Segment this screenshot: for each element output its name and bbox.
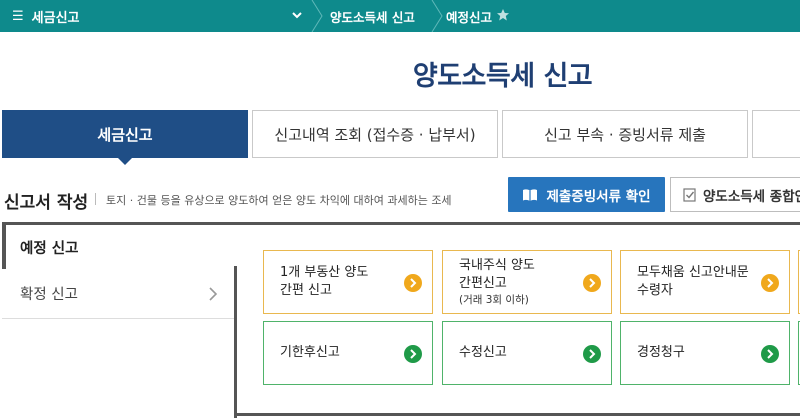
star-icon[interactable] xyxy=(496,8,510,22)
section-description: 토지 · 건물 등을 유상으로 양도하여 얻은 양도 차익에 대하여 과세하는 … xyxy=(106,194,452,207)
chevron-right-icon xyxy=(209,287,218,301)
content-frame-top xyxy=(238,222,800,225)
card-label: 기한후신고 xyxy=(280,345,340,360)
side-menu-final-filing[interactable]: 확정 신고 xyxy=(2,269,234,319)
card-label: 모두채움 신고안내문 수령자 xyxy=(637,265,749,298)
breadcrumb-separator-icon xyxy=(431,0,443,32)
card-label: 수정신고 xyxy=(459,345,507,360)
arrow-right-circle-icon xyxy=(404,274,422,292)
book-icon xyxy=(523,188,538,201)
card-label: 국내주식 양도 간편신고 xyxy=(459,258,535,291)
capital-gains-guide-button[interactable]: 양도소득세 종합안 xyxy=(670,177,800,212)
check-documents-label: 제출증빙서류 확인 xyxy=(546,188,651,205)
content-frame-bottom xyxy=(234,413,800,416)
chevron-down-icon[interactable] xyxy=(290,8,304,22)
card-sublabel: (거래 3회 이하) xyxy=(459,294,529,306)
breadcrumb-separator-icon xyxy=(311,0,323,32)
card-prefilled-notice-recipient[interactable]: 모두채움 신고안내문 수령자 xyxy=(620,250,790,314)
card-domestic-stock-simple-filing[interactable]: 국내주식 양도 간편신고 (거래 3회 이하) xyxy=(442,250,612,314)
breadcrumb-item-preliminary[interactable]: 예정신고 xyxy=(446,0,492,32)
tab-more[interactable] xyxy=(752,110,800,158)
checkbox-document-icon xyxy=(683,187,696,202)
arrow-right-circle-icon xyxy=(583,345,601,363)
card-single-property-simple-filing[interactable]: 1개 부동산 양도 간편 신고 xyxy=(263,250,433,314)
arrow-right-circle-icon xyxy=(404,345,422,363)
capital-gains-guide-label: 양도소득세 종합안 xyxy=(703,188,800,205)
arrow-right-circle-icon xyxy=(761,274,779,292)
arrow-right-circle-icon xyxy=(583,274,601,292)
section-divider xyxy=(95,193,96,205)
content-frame-left xyxy=(234,266,237,418)
arrow-right-circle-icon xyxy=(761,345,779,363)
section-title: 신고서 작성 xyxy=(4,193,89,213)
card-label-group: 국내주식 양도 간편신고 (거래 3회 이하) xyxy=(459,257,535,307)
card-label: 경정청구 xyxy=(637,345,685,360)
page-title: 양도소득세 신고 xyxy=(412,61,593,92)
menu-dropdown[interactable]: ☰ 세금신고 xyxy=(12,0,80,32)
card-label: 1개 부동산 양도 간편 신고 xyxy=(280,265,369,298)
top-navigation-bar: ☰ 세금신고 양도소득세 신고 예정신고 xyxy=(0,0,800,32)
tab-supporting-documents[interactable]: 신고 부속 · 증빙서류 제출 xyxy=(502,110,748,158)
card-amended-filing[interactable]: 수정신고 xyxy=(442,321,612,385)
hamburger-icon: ☰ xyxy=(12,8,24,24)
check-documents-button[interactable]: 제출증빙서류 확인 xyxy=(508,177,665,212)
side-menu-final-label: 확정 신고 xyxy=(20,287,78,303)
card-correction-claim[interactable]: 경정청구 xyxy=(620,321,790,385)
main-tabs: 세금신고 신고내역 조회 (접수증 · 납부서) 신고 부속 · 증빙서류 제출 xyxy=(2,110,800,165)
menu-label: 세금신고 xyxy=(31,10,80,26)
breadcrumb-item-capital-gains[interactable]: 양도소득세 신고 xyxy=(330,0,415,32)
card-late-filing[interactable]: 기한후신고 xyxy=(263,321,433,385)
side-menu-preliminary-filing[interactable]: 예정 신고 xyxy=(2,222,238,269)
tab-filing-history[interactable]: 신고내역 조회 (접수증 · 납부서) xyxy=(252,110,498,158)
tab-tax-filing[interactable]: 세금신고 xyxy=(2,110,248,165)
